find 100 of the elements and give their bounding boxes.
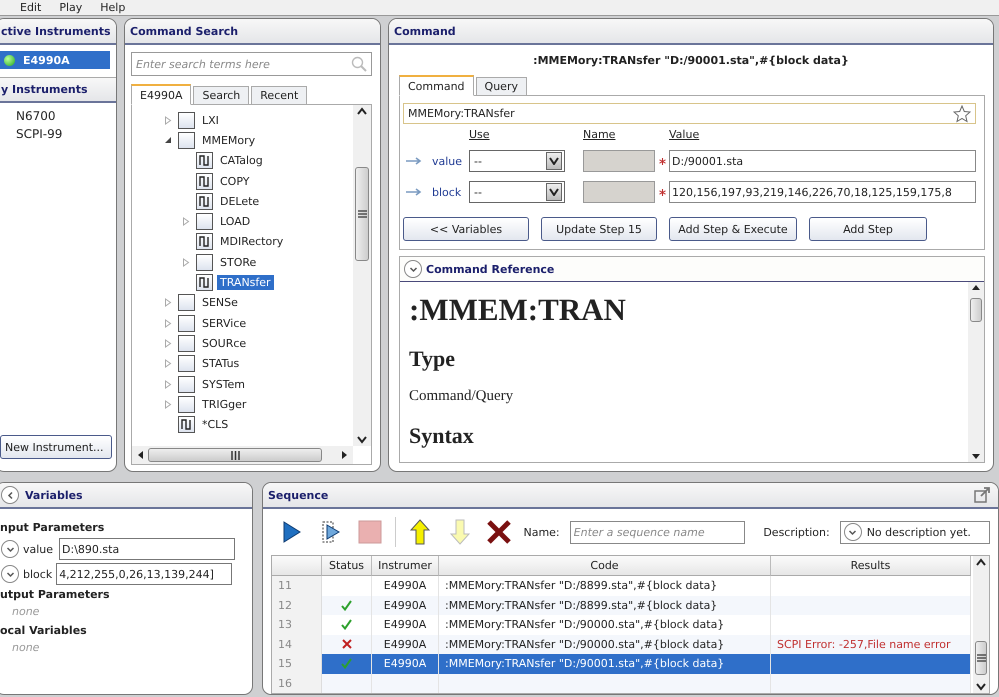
grip-icon [230,450,240,460]
name-field[interactable] [583,150,655,172]
use-dropdown[interactable]: -- [469,150,565,172]
column-header[interactable]: Instrumer [372,556,439,576]
scroll-thumb[interactable] [975,641,987,675]
folder-icon [196,213,213,230]
scroll-down-icon[interactable] [357,436,367,444]
tree-item[interactable]: MMEMory [199,132,258,148]
scroll-thumb[interactable] [970,298,982,322]
tab[interactable]: Search [193,86,250,105]
panel-title: Variables [25,488,83,502]
row-number: 15 [272,654,322,674]
expand-button[interactable] [844,523,862,541]
instrument-name: E4990A [23,54,70,66]
folder-icon [178,376,195,392]
menu-item[interactable]: Edit [20,2,42,14]
tab[interactable]: Recent [251,86,308,105]
vertical-scrollbar[interactable] [973,556,989,693]
tree-item[interactable]: STORe [217,254,260,270]
scroll-up-icon[interactable] [971,284,981,291]
dropdown-button[interactable] [546,152,562,170]
tree-item[interactable]: TRIGger [199,396,250,412]
command-field[interactable]: MMEMory:TRANsfer [403,103,976,124]
use-dropdown[interactable]: -- [469,181,565,203]
description-label: Description: [763,526,830,538]
tree-item[interactable]: STATus [199,356,242,372]
tree-item[interactable]: SYSTem [199,376,248,392]
instrument-item[interactable]: E4990A [0,51,110,69]
name-field[interactable] [583,181,655,203]
section-title: Command Reference [426,262,554,276]
empty-text: none [12,605,40,618]
expand-button[interactable] [1,565,19,583]
reference-heading: :MMEM:TRAN [409,292,627,328]
back-button[interactable] [1,486,19,504]
collapse-button[interactable] [404,260,422,278]
value-field[interactable]: 120,156,197,93,219,146,226,70,18,125,159,175,8 [669,181,976,203]
column-header[interactable]: Status [322,556,372,576]
table-cell: E4990A [372,596,439,615]
tab[interactable]: Command [399,75,474,96]
scroll-left-icon[interactable] [136,450,144,460]
sequence-name-field[interactable]: Enter a sequence name [570,520,746,544]
tree-item[interactable]: LXI [199,112,222,128]
popout-icon[interactable] [974,487,990,503]
section-heading: Type [409,346,456,372]
instrument-item[interactable]: N6700 [16,109,116,123]
menu-item[interactable]: Play [59,2,82,14]
tab[interactable]: E4990A [131,84,192,105]
panel-title: y Instruments [1,83,88,96]
scroll-thumb[interactable] [355,167,369,261]
row-number: 12 [272,596,322,615]
expanded-triangle-icon[interactable] [164,136,172,144]
folder-icon [178,112,195,129]
tree-item[interactable]: TRANsfer [217,275,274,290]
scroll-down-icon[interactable] [976,683,986,691]
folder-icon [178,132,195,149]
description-field[interactable]: No description yet. [840,520,990,544]
value-field[interactable]: D:/90001.sta [669,150,976,172]
row-number: 13 [272,615,322,634]
tree-item[interactable]: CATalog [217,153,266,168]
table-cell: E4990A [372,654,439,674]
star-icon[interactable] [953,104,971,122]
scroll-thumb[interactable] [148,448,322,462]
column-header[interactable]: Results [771,556,971,576]
action-button[interactable]: Add Step [809,217,927,241]
tree-item[interactable]: SERVice [199,316,250,331]
search-field[interactable]: Enter search terms here [131,52,372,76]
expand-button[interactable] [1,540,19,558]
tree-item[interactable]: DELete [217,194,262,209]
folder-icon [178,355,195,372]
new-instrument-button[interactable]: New Instrument... [0,435,112,459]
tree-item[interactable]: LOAD [217,214,254,230]
action-button[interactable]: Update Step 15 [541,217,657,241]
tree-item[interactable]: *CLS [199,417,232,432]
tree-item[interactable]: SOURce [199,336,250,351]
dropdown-button[interactable] [546,183,562,201]
tree-item[interactable]: SENSe [199,295,241,310]
vertical-scrollbar[interactable] [968,282,984,462]
scroll-up-icon[interactable] [357,107,367,115]
chevron-down-icon [6,570,14,578]
column-header: Name [583,128,616,141]
menu-item[interactable]: Help [100,2,126,14]
horizontal-scrollbar[interactable] [132,446,353,464]
tree-item[interactable]: COPY [217,174,252,189]
action-button[interactable]: Add Step & Execute [669,217,797,241]
row-number: 16 [272,674,322,693]
command-text: MMEMory:TRANsfer [408,107,515,120]
section-text: Command/Query [409,388,514,405]
variable-field[interactable]: D:\890.sta [59,538,236,560]
column-header: Use [469,128,491,141]
action-button[interactable]: << Variables [403,217,529,241]
instrument-item[interactable]: SCPI-99 [16,127,116,141]
column-header[interactable]: Code [439,556,771,576]
scroll-up-icon[interactable] [976,558,986,566]
scroll-right-icon[interactable] [341,450,349,460]
variable-field[interactable]: 4,212,255,0,26,13,139,244] [56,563,232,585]
scroll-down-icon[interactable] [971,453,981,460]
parameter-name: value [432,154,462,168]
tab[interactable]: Query [476,77,527,96]
vertical-scrollbar[interactable] [353,105,371,446]
tree-item[interactable]: MDIRectory [217,234,286,250]
